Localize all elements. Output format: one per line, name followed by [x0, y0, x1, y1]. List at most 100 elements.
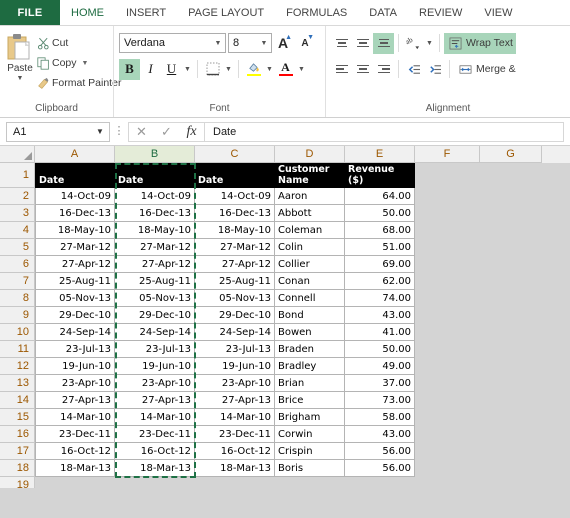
cell-D13[interactable]: Brian — [275, 375, 345, 392]
cell-F17[interactable] — [415, 443, 480, 460]
cell-C17[interactable]: 16-Oct-12 — [195, 443, 275, 460]
copy-button[interactable]: Copy ▼ — [35, 53, 121, 73]
cell-F2[interactable] — [415, 188, 480, 205]
row-header-9[interactable]: 9 — [0, 307, 35, 324]
row-header-3[interactable]: 3 — [0, 205, 35, 222]
select-all-button[interactable] — [0, 146, 35, 163]
cell-A14[interactable]: 27-Apr-13 — [35, 392, 115, 409]
cell-F19[interactable] — [415, 477, 480, 488]
decrease-font-size-button[interactable]: A ▼ — [294, 32, 316, 54]
fill-color-dropdown-icon[interactable]: ▼ — [264, 59, 275, 80]
cell-F12[interactable] — [415, 358, 480, 375]
cell-C5[interactable]: 27-Mar-12 — [195, 239, 275, 256]
row-header-18[interactable]: 18 — [0, 460, 35, 477]
row-header-15[interactable]: 15 — [0, 409, 35, 426]
cancel-icon[interactable]: ✕ — [129, 124, 154, 140]
cell-B18[interactable]: 18-Mar-13 — [115, 460, 195, 477]
cell-E13[interactable]: 37.00 — [345, 375, 415, 392]
bold-button[interactable]: B — [119, 58, 140, 80]
column-header-f[interactable]: F — [415, 146, 480, 163]
formula-bar-menu-icon[interactable]: ⋮ — [110, 126, 128, 137]
cell-E9[interactable]: 43.00 — [345, 307, 415, 324]
underline-button[interactable]: U — [161, 59, 182, 80]
cell-E12[interactable]: 49.00 — [345, 358, 415, 375]
row-header-8[interactable]: 8 — [0, 290, 35, 307]
cell-A8[interactable]: 05-Nov-13 — [35, 290, 115, 307]
cell-A4[interactable]: 18-May-10 — [35, 222, 115, 239]
cell-E19[interactable] — [345, 477, 415, 488]
tab-review[interactable]: REVIEW — [408, 0, 473, 26]
cell-D18[interactable]: Boris — [275, 460, 345, 477]
cell-D14[interactable]: Brice — [275, 392, 345, 409]
tab-formulas[interactable]: FORMULAS — [275, 0, 358, 26]
cell-B16[interactable]: 23-Dec-11 — [115, 426, 195, 443]
cell-C2[interactable]: 14-Oct-09 — [195, 188, 275, 205]
cell-D19[interactable] — [275, 477, 345, 488]
column-header-d[interactable]: D — [275, 146, 345, 163]
cell-D11[interactable]: Braden — [275, 341, 345, 358]
font-color-dropdown-icon[interactable]: ▼ — [296, 59, 307, 80]
row-header-14[interactable]: 14 — [0, 392, 35, 409]
cell-F15[interactable] — [415, 409, 480, 426]
column-header-g[interactable]: G — [480, 146, 542, 163]
cell-D7[interactable]: Conan — [275, 273, 345, 290]
orientation-button[interactable]: ab — [403, 33, 424, 54]
cell-G15[interactable] — [480, 409, 542, 426]
cell-C8[interactable]: 05-Nov-13 — [195, 290, 275, 307]
cell-B6[interactable]: 27-Apr-12 — [115, 256, 195, 273]
cell-F4[interactable] — [415, 222, 480, 239]
cell-C12[interactable]: 19-Jun-10 — [195, 358, 275, 375]
cell-C19[interactable] — [195, 477, 275, 488]
font-color-button[interactable]: A — [275, 59, 296, 80]
cell-A17[interactable]: 16-Oct-12 — [35, 443, 115, 460]
cell-A16[interactable]: 23-Dec-11 — [35, 426, 115, 443]
cell-B17[interactable]: 16-Oct-12 — [115, 443, 195, 460]
tab-file[interactable]: FILE — [0, 0, 60, 26]
tab-view[interactable]: VIEW — [473, 0, 523, 26]
font-name-input[interactable]: Verdana ▼ — [119, 33, 226, 53]
cell-F18[interactable] — [415, 460, 480, 477]
header-cell-C1[interactable]: Date — [195, 163, 275, 188]
align-left-button[interactable] — [331, 59, 352, 80]
borders-dropdown-icon[interactable]: ▼ — [223, 59, 234, 80]
cell-B8[interactable]: 05-Nov-13 — [115, 290, 195, 307]
cell-A5[interactable]: 27-Mar-12 — [35, 239, 115, 256]
cell-E16[interactable]: 43.00 — [345, 426, 415, 443]
name-box[interactable]: A1 ▼ — [6, 121, 110, 142]
cell-G2[interactable] — [480, 188, 542, 205]
cell-C13[interactable]: 23-Apr-10 — [195, 375, 275, 392]
cell-C9[interactable]: 29-Dec-10 — [195, 307, 275, 324]
cell-G10[interactable] — [480, 324, 542, 341]
cell-D10[interactable]: Bowen — [275, 324, 345, 341]
cell-D17[interactable]: Crispin — [275, 443, 345, 460]
cell-B15[interactable]: 14-Mar-10 — [115, 409, 195, 426]
header-cell-B1[interactable]: Date — [115, 163, 195, 188]
row-header-7[interactable]: 7 — [0, 273, 35, 290]
underline-dropdown-icon[interactable]: ▼ — [182, 59, 193, 80]
cell-G19[interactable] — [480, 477, 542, 488]
fill-color-button[interactable] — [243, 59, 264, 80]
cell-A12[interactable]: 19-Jun-10 — [35, 358, 115, 375]
borders-button[interactable] — [202, 59, 223, 80]
cell-A9[interactable]: 29-Dec-10 — [35, 307, 115, 324]
cell-F11[interactable] — [415, 341, 480, 358]
row-header-4[interactable]: 4 — [0, 222, 35, 239]
cell-B2[interactable]: 14-Oct-09 — [115, 188, 195, 205]
tab-data[interactable]: DATA — [358, 0, 408, 26]
cell-D15[interactable]: Brigham — [275, 409, 345, 426]
cell-D5[interactable]: Colin — [275, 239, 345, 256]
cell-G8[interactable] — [480, 290, 542, 307]
cell-A19[interactable] — [35, 477, 115, 488]
cell-D3[interactable]: Abbott — [275, 205, 345, 222]
cell-E14[interactable]: 73.00 — [345, 392, 415, 409]
cell-F7[interactable] — [415, 273, 480, 290]
align-bottom-button[interactable] — [373, 32, 394, 54]
cell-A2[interactable]: 14-Oct-09 — [35, 188, 115, 205]
cell-C16[interactable]: 23-Dec-11 — [195, 426, 275, 443]
cell-A11[interactable]: 23-Jul-13 — [35, 341, 115, 358]
cell-F5[interactable] — [415, 239, 480, 256]
wrap-text-button[interactable]: Wrap Text — [444, 32, 516, 54]
row-header-1[interactable]: 1 — [0, 163, 35, 188]
row-header-2[interactable]: 2 — [0, 188, 35, 205]
cell-D9[interactable]: Bond — [275, 307, 345, 324]
